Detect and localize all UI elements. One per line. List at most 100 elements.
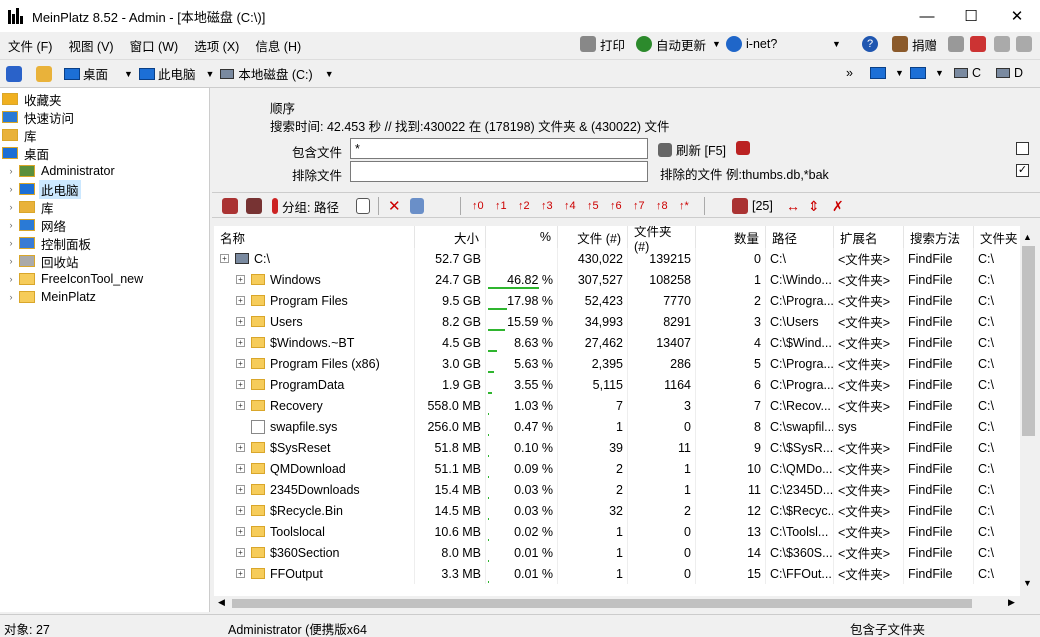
menu-info[interactable]: 信息 (H) xyxy=(247,36,309,55)
column-header[interactable]: 名称 xyxy=(214,226,415,248)
expand-icon[interactable]: + xyxy=(220,254,229,263)
column-header[interactable]: 文件夹 xyxy=(974,226,1020,248)
tree-item[interactable]: › MeinPlatz xyxy=(6,288,98,306)
address-drive[interactable]: 本地磁盘 (C:) xyxy=(220,63,313,85)
column-header[interactable]: 大小 xyxy=(415,226,486,248)
table-row[interactable]: + Recovery 558.0 MB 1.03 % 7 3 7 C:\Recov... <文件… xyxy=(214,395,1020,416)
expand-icon[interactable]: + xyxy=(236,464,245,473)
chevron-right-icon[interactable]: › xyxy=(6,184,16,194)
window-close-all-button[interactable] xyxy=(970,33,990,55)
column-header[interactable]: 文件 (#) xyxy=(558,226,628,248)
option-checkbox-2[interactable]: ✓ xyxy=(1016,164,1029,177)
scroll-left-icon[interactable]: ◀ xyxy=(218,597,225,608)
column-header[interactable]: 数量 xyxy=(696,226,766,248)
drive-d-button[interactable]: D xyxy=(996,62,1023,84)
autoupdate-button[interactable]: 自动更新 ▼ xyxy=(636,33,727,55)
tool-hammer2-icon[interactable] xyxy=(246,197,266,215)
window-minimize-button[interactable] xyxy=(994,33,1014,55)
tree-item[interactable]: › 网络 xyxy=(6,216,68,234)
drive-c-button[interactable]: C xyxy=(954,62,981,84)
expand-icon[interactable]: + xyxy=(236,401,245,410)
tree-item[interactable]: › 此电脑 xyxy=(6,179,81,199)
expand-icon[interactable]: + xyxy=(236,317,245,326)
delete-icon[interactable]: ✕ xyxy=(388,197,401,215)
table-row[interactable]: + $Windows.~BT 4.5 GB 8.63 % 27,462 13407 4 C:\… xyxy=(214,332,1020,353)
level-6-icon[interactable]: ↑6 xyxy=(610,197,622,215)
chevron-down-icon[interactable]: ▼ xyxy=(205,69,214,79)
tree-item[interactable]: › 回收站 xyxy=(6,252,81,270)
level-2-icon[interactable]: ↑2 xyxy=(518,197,530,215)
chevron-right-icon[interactable]: › xyxy=(6,274,16,284)
expand-icon[interactable]: + xyxy=(236,485,245,494)
level-7-icon[interactable]: ↑7 xyxy=(633,197,645,215)
column-header[interactable]: 扩展名 xyxy=(834,226,904,248)
table-row[interactable]: + $Recycle.Bin 14.5 MB 0.03 % 32 2 12 C:\$Recyc… xyxy=(214,500,1020,521)
scroll-up-icon[interactable]: ▲ xyxy=(1023,232,1032,242)
minimize-button[interactable]: — xyxy=(904,0,950,32)
address-thispc[interactable]: 此电脑 xyxy=(138,63,195,85)
exclude-input[interactable] xyxy=(350,161,648,182)
donate-button[interactable]: 捐赠 xyxy=(892,33,937,55)
table-row[interactable]: + Toolslocal 10.6 MB 0.02 % 1 0 13 C:\Toolsl...… xyxy=(214,521,1020,542)
expand-icon[interactable]: + xyxy=(236,275,245,284)
tree-item[interactable]: 快速访问 xyxy=(2,108,76,126)
horizontal-scrollbar[interactable]: ◀ ▶ xyxy=(214,596,1020,610)
key-button[interactable] xyxy=(948,33,968,55)
expand-arrows-icon[interactable]: ↔ xyxy=(786,197,800,215)
level-8-icon[interactable]: ↑8 xyxy=(656,197,668,215)
scroll-down-icon[interactable]: ▼ xyxy=(1023,578,1032,588)
level-all-icon[interactable]: ↑* xyxy=(679,197,689,215)
monitor-menu-2[interactable]: ▼ xyxy=(910,62,950,84)
table-row[interactable]: + Program Files 9.5 GB 17.98 % 52,423 7770 2 C:… xyxy=(214,290,1020,311)
inet-button[interactable]: i-net? xyxy=(726,33,777,55)
chevron-right-icon[interactable]: › xyxy=(6,166,16,176)
scrollbar-thumb[interactable] xyxy=(1022,246,1035,436)
expand-chevron[interactable]: » xyxy=(846,62,853,84)
include-input[interactable] xyxy=(350,138,648,159)
menu-view[interactable]: 视图 (V) xyxy=(60,36,121,55)
chevron-right-icon[interactable]: › xyxy=(6,202,16,212)
expand-icon[interactable]: + xyxy=(236,548,245,557)
chevron-right-icon[interactable]: › xyxy=(6,256,16,266)
table-row[interactable]: + Users 8.2 GB 15.59 % 34,993 8291 3 C:\Users <文… xyxy=(214,311,1020,332)
level-3-icon[interactable]: ↑3 xyxy=(541,197,553,215)
table-row[interactable]: + C:\ 52.7 GB 430,022 139215 0 C:\ <文件夹> FindFil… xyxy=(214,248,1020,269)
copy-icon[interactable] xyxy=(410,197,428,215)
hscrollbar-thumb[interactable] xyxy=(232,599,972,608)
expand-icon[interactable]: + xyxy=(236,296,245,305)
print-button[interactable]: 打印 xyxy=(580,33,625,55)
vertical-scrollbar[interactable]: ▲ ▼ xyxy=(1020,226,1037,596)
up-folder-icon[interactable] xyxy=(36,65,52,82)
stop-icon[interactable] xyxy=(736,140,754,155)
scroll-right-icon[interactable]: ▶ xyxy=(1008,597,1015,608)
tree-item[interactable]: › FreeIconTool_new xyxy=(6,270,145,288)
refresh-button[interactable]: 刷新 [F5] xyxy=(658,140,726,159)
expand-icon[interactable]: + xyxy=(236,569,245,578)
chevron-down-icon[interactable]: ▼ xyxy=(325,69,334,79)
column-header[interactable]: 文件夹 (#) xyxy=(628,226,696,254)
menu-options[interactable]: 选项 (X) xyxy=(186,36,247,55)
option-checkbox-1[interactable] xyxy=(1016,142,1029,155)
table-row[interactable]: + Windows 24.7 GB 46.82 % 307,527 108258 1 C:\W… xyxy=(214,269,1020,290)
menu-window[interactable]: 窗口 (W) xyxy=(122,36,187,55)
count-button[interactable]: [25] xyxy=(732,197,773,215)
tree-item[interactable]: 桌面 xyxy=(2,144,51,162)
tool-hammer-icon[interactable] xyxy=(222,197,242,215)
expand-icon[interactable]: + xyxy=(236,506,245,515)
inet-dropdown[interactable]: ▼ xyxy=(826,33,847,55)
expand-icon[interactable]: + xyxy=(236,527,245,536)
sidebar-toggle-icon[interactable] xyxy=(6,65,22,82)
tree-item[interactable]: › 库 xyxy=(6,198,56,216)
group-by-path-button[interactable]: 分组: 路径 xyxy=(272,197,339,215)
table-row[interactable]: +2345Downloads 15.4 MB 0.03 % 2 1 11 C:\2345D.… xyxy=(214,479,1020,500)
help-button[interactable]: ? xyxy=(862,33,882,55)
maximize-button[interactable]: ☐ xyxy=(948,0,994,32)
expand-icon[interactable]: + xyxy=(236,443,245,452)
table-row[interactable]: + ProgramData 1.9 GB 3.55 % 5,115 1164 6 C:\Pro… xyxy=(214,374,1020,395)
chevron-right-icon[interactable]: › xyxy=(6,238,16,248)
table-row[interactable]: + $360Section 8.0 MB 0.01 % 1 0 14 C:\$360S... <… xyxy=(214,542,1020,563)
expand-icon[interactable]: + xyxy=(236,338,245,347)
clear-icon[interactable]: ✗ xyxy=(832,197,844,215)
level-4-icon[interactable]: ↑4 xyxy=(564,197,576,215)
table-row[interactable]: + $SysReset 51.8 MB 0.10 % 39 11 9 C:\$SysR... <… xyxy=(214,437,1020,458)
